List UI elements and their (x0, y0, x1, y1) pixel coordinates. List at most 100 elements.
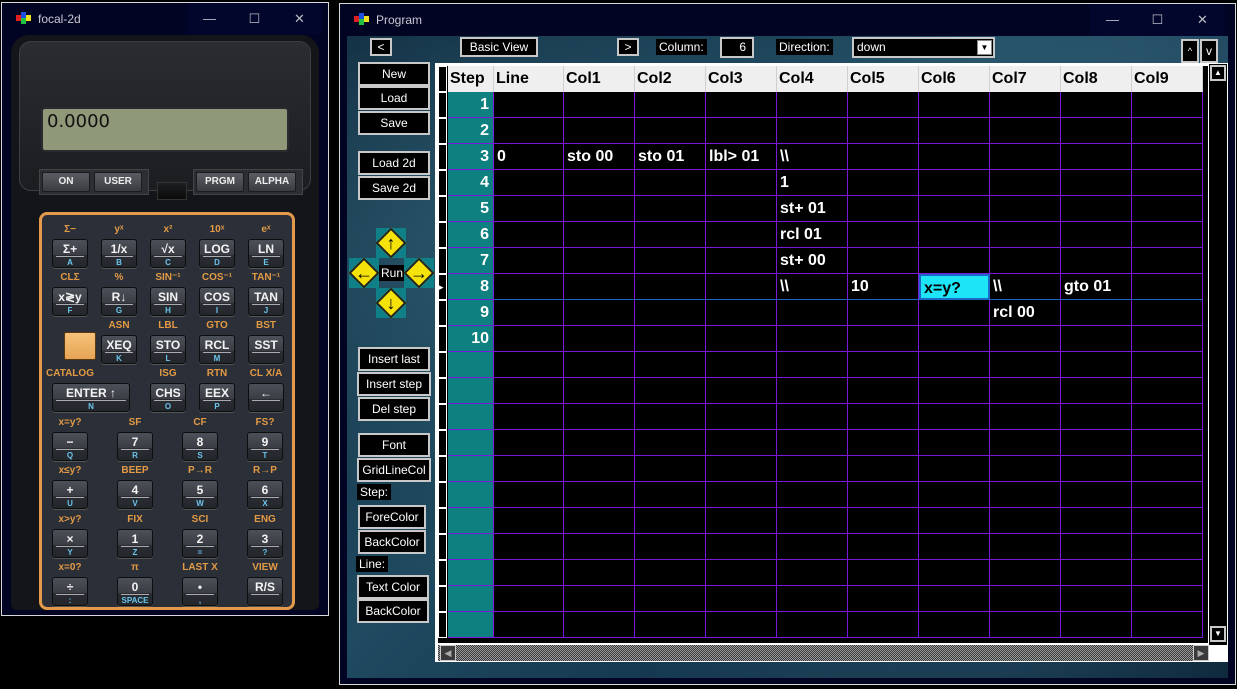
key-o[interactable]: ISG CHS O (148, 368, 188, 413)
grid-cell[interactable] (564, 482, 635, 508)
grid-cell[interactable] (919, 456, 990, 482)
grid-cell[interactable] (1061, 560, 1132, 586)
grid-cell[interactable] (706, 404, 777, 430)
grid-cell[interactable] (848, 170, 919, 196)
key-cap[interactable]: EEX P (199, 383, 235, 412)
maximize-button[interactable]: ☐ (1135, 4, 1180, 36)
grid-cell[interactable] (919, 612, 990, 638)
grid-cell[interactable] (706, 92, 777, 118)
grid-cell[interactable]: \\ (777, 274, 848, 300)
scroll-down-button[interactable]: v (1200, 39, 1218, 63)
chevron-down-icon[interactable]: ▼ (977, 40, 992, 55)
key-y[interactable]: x>y? × Y (50, 514, 90, 559)
key-s[interactable]: CF 8 S (180, 417, 220, 462)
key-cap[interactable]: 4V (117, 480, 153, 509)
column-header-col7[interactable]: Col7 (990, 66, 1061, 92)
grid-cell[interactable] (777, 300, 848, 326)
grid-cell[interactable] (1132, 222, 1203, 248)
grid-cell[interactable] (1061, 144, 1132, 170)
scroll-right-arrow[interactable]: ▶ (1193, 645, 1209, 661)
key-cap[interactable]: R/S (247, 577, 283, 606)
key-cap[interactable]: 6X (247, 480, 283, 509)
grid-cell[interactable] (990, 326, 1061, 352)
key-cap[interactable]: LN E (248, 239, 284, 268)
grid-cell[interactable] (564, 586, 635, 612)
grid-cell[interactable] (848, 430, 919, 456)
grid-cell[interactable] (706, 612, 777, 638)
grid-cell[interactable] (706, 586, 777, 612)
grid-cell[interactable] (990, 170, 1061, 196)
grid-cell[interactable] (1132, 144, 1203, 170)
scroll-down-arrow[interactable]: ▼ (1210, 626, 1226, 642)
column-header-col9[interactable]: Col9 (1132, 66, 1203, 92)
grid-cell[interactable] (635, 508, 706, 534)
key-x[interactable]: R→P 6 X (245, 465, 285, 510)
row-selector[interactable] (438, 378, 447, 404)
grid-cell[interactable] (919, 248, 990, 274)
step-cell[interactable] (448, 586, 494, 612)
key-l[interactable]: LBL STO L (148, 320, 188, 365)
grid-cell[interactable] (777, 456, 848, 482)
grid-cell[interactable] (706, 274, 777, 300)
down-button[interactable]: ↓ (375, 287, 407, 319)
scroll-up-button[interactable]: ^ (1181, 39, 1199, 63)
minimize-button[interactable]: — (1090, 4, 1135, 36)
row-selector[interactable] (438, 300, 447, 326)
key-cap[interactable]: SST (248, 335, 284, 364)
key-cap[interactable]: 2 = (182, 529, 218, 558)
column-header-col1[interactable]: Col1 (564, 66, 635, 92)
grid-cell[interactable] (494, 118, 564, 144)
grid-cell[interactable] (635, 612, 706, 638)
key-b[interactable]: yˣ 1/x B (99, 224, 139, 269)
grid-cell[interactable] (919, 508, 990, 534)
key-a[interactable]: Σ− Σ+ A (50, 224, 90, 269)
key-c[interactable]: x² √x C (148, 224, 188, 269)
key-cap[interactable]: 5W (182, 480, 218, 509)
key--[interactable]: x=0? ÷: (50, 562, 90, 607)
column-input[interactable]: 6 (720, 37, 754, 58)
grid-cell[interactable]: gto 01 (1061, 274, 1132, 300)
grid-cell[interactable] (706, 378, 777, 404)
grid-cell[interactable] (919, 196, 990, 222)
grid-cell[interactable] (848, 92, 919, 118)
row-selector[interactable] (438, 196, 447, 222)
grid-cell[interactable] (777, 118, 848, 144)
on-button[interactable]: ON (42, 172, 90, 192)
column-header-line[interactable]: Line (494, 66, 564, 92)
grid-cell[interactable] (1132, 118, 1203, 144)
insert-step-button[interactable]: Insert step (357, 372, 431, 396)
step-cell[interactable]: 1 (448, 92, 494, 118)
alpha-button[interactable]: ALPHA (248, 172, 296, 192)
grid-cell[interactable] (919, 586, 990, 612)
key--[interactable]: ENG 3? (245, 514, 285, 559)
grid-cell[interactable] (494, 560, 564, 586)
key-r-s[interactable]: VIEW R/S (245, 562, 285, 607)
grid-cell[interactable] (494, 196, 564, 222)
gridline-color-button[interactable]: GridLineCol (357, 458, 431, 482)
prev-column-button[interactable]: < (370, 38, 392, 56)
grid-cell[interactable] (990, 534, 1061, 560)
grid-cell[interactable] (990, 508, 1061, 534)
shift-key[interactable] (64, 332, 96, 360)
key-cap[interactable]: 8S (182, 432, 218, 461)
grid-cell[interactable] (1061, 196, 1132, 222)
grid-cell[interactable] (706, 248, 777, 274)
grid-cell[interactable] (635, 404, 706, 430)
grid-cell[interactable] (777, 378, 848, 404)
program-titlebar[interactable]: Program — ☐ ✕ (340, 4, 1235, 36)
grid-cell[interactable] (848, 560, 919, 586)
grid-cell[interactable] (564, 352, 635, 378)
key-cap[interactable]: 9T (247, 432, 283, 461)
key--[interactable]: LAST X •, (180, 562, 220, 607)
direction-select[interactable]: down ▼ (852, 37, 995, 58)
grid-cell[interactable] (635, 534, 706, 560)
prgm-button[interactable]: PRGM (196, 172, 244, 192)
row-selector[interactable] (438, 560, 447, 586)
key-cap[interactable]: 3? (247, 529, 283, 558)
grid-cell[interactable] (1061, 118, 1132, 144)
grid-cell[interactable] (635, 560, 706, 586)
insert-last-button[interactable]: Insert last (358, 347, 430, 371)
grid-cell[interactable] (1061, 404, 1132, 430)
grid-cell[interactable] (494, 508, 564, 534)
grid-cell[interactable] (635, 92, 706, 118)
